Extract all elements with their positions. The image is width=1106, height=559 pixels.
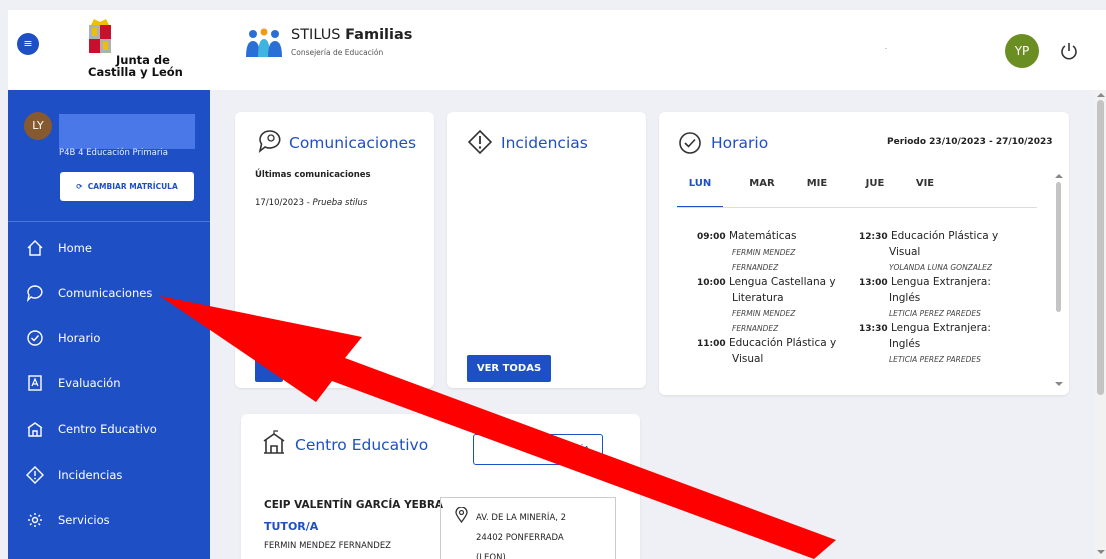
page-scroll-up-arrow[interactable] — [1097, 93, 1105, 97]
sidebar-item-centro-educativo[interactable]: Centro Educativo — [8, 413, 210, 445]
horario-period: Periodo 23/10/2023 - 27/10/2023 — [887, 137, 1053, 147]
school-icon — [27, 422, 43, 437]
hamburger-icon[interactable]: ≡ — [17, 33, 39, 55]
horario-title: Horario — [711, 134, 769, 152]
grade-icon — [28, 375, 42, 391]
tab-mar[interactable]: MAR — [737, 178, 787, 208]
schedule-right-column: 12:30 Educación Plástica y Visual YOLAND… — [859, 229, 998, 367]
page-scroll-down-arrow[interactable] — [1097, 550, 1105, 554]
page-scrollbar[interactable] — [1095, 90, 1106, 559]
comunicaciones-title: Comunicaciones — [289, 134, 417, 152]
user-avatar[interactable]: YP — [1005, 34, 1039, 68]
warning-icon — [467, 129, 493, 155]
tab-jue[interactable]: JUE — [855, 178, 895, 208]
course-label: P4B 4 Educación Primaria — [59, 148, 168, 158]
comunicaciones-subtitle: Últimas comunicaciones — [255, 170, 371, 180]
sidebar-item-servicios[interactable]: Servicios — [8, 504, 210, 536]
jcyl-crest-logo — [89, 19, 111, 53]
school-address: AV. DE LA MINERÍA, 2 24402 PONFERRADA (L… — [476, 513, 567, 559]
tab-mie[interactable]: MIE — [797, 178, 837, 208]
tab-lun[interactable]: LUN — [677, 178, 723, 208]
schedule-entry: 13:30 Lengua Extranjera: Inglés LETICIA … — [859, 322, 991, 364]
scroll-thumb[interactable] — [1056, 182, 1061, 312]
jcyl-wordmark: Junta de Castilla y León — [88, 53, 183, 79]
gear-icon — [28, 513, 42, 527]
app-subtitle: Consejería de Educación — [291, 48, 384, 57]
address-box: AV. DE LA MINERÍA, 2 24402 PONFERRADA (L… — [440, 497, 616, 559]
communication-entry[interactable]: 17/10/2023 - Prueba stilus — [255, 198, 367, 208]
scroll-down-arrow[interactable] — [1055, 382, 1063, 386]
comunicaciones-card: Comunicaciones Últimas comunicaciones 17… — [235, 112, 434, 388]
warning-icon — [26, 466, 44, 484]
main-content: Comunicaciones Últimas comunicaciones 17… — [210, 90, 1095, 559]
header-divider — [885, 48, 887, 49]
home-icon — [27, 240, 43, 256]
tutor-name: FERMIN MENDEZ FERNANDEZ — [264, 541, 392, 551]
change-enrollment-button[interactable]: ⟳ CAMBIAR MATRÍCULA — [60, 172, 194, 201]
stilus-family-logo — [246, 28, 282, 57]
page-scroll-thumb[interactable] — [1097, 100, 1104, 395]
redacted-student-name — [59, 114, 195, 149]
sidebar-item-incidencias[interactable]: Incidencias — [8, 459, 210, 491]
schedule-entry: 10:00 Lengua Castellana y Literatura FER… — [697, 276, 836, 333]
horario-card: Horario Periodo 23/10/2023 - 27/10/2023 … — [659, 112, 1069, 395]
schedule-entry: 11:00 Educación Plástica y Visual — [697, 337, 837, 365]
power-icon[interactable] — [1058, 40, 1080, 62]
schedule-entry: 12:30 Educación Plástica y Visual YOLAND… — [859, 230, 999, 272]
sidebar-item-evaluacion[interactable]: Evaluación — [8, 367, 210, 399]
school-name: CEIP VALENTÍN GARCÍA YEBRA — [264, 499, 444, 511]
sidebar-item-horario[interactable]: Horario — [8, 322, 210, 354]
horario-scrollbar[interactable] — [1055, 174, 1063, 389]
tutor-label: TUTOR/A — [264, 520, 319, 533]
tutoria-button[interactable]: TORÍA — [473, 434, 603, 465]
schedule-left-column: 09:00 Matemáticas FERMIN MENDEZ FERNANDE… — [697, 229, 836, 367]
chat-bubble-icon — [258, 130, 281, 154]
schedule-entry: 09:00 Matemáticas FERMIN MENDEZ FERNANDE… — [697, 230, 797, 272]
incidencias-title: Incidencias — [501, 134, 588, 152]
student-avatar: LY — [24, 112, 52, 140]
tabs-divider — [677, 207, 1037, 208]
centro-educativo-title: Centro Educativo — [295, 436, 429, 454]
chat-bubble-icon — [26, 285, 43, 302]
school-icon — [263, 430, 285, 454]
tab-vie[interactable]: VIE — [905, 178, 945, 208]
sidebar: LY P4B 4 Educación Primaria ⟳ CAMBIAR MA… — [8, 90, 210, 559]
sidebar-item-comunicaciones[interactable]: Comunicaciones — [8, 277, 210, 309]
ver-todas-comunicaciones-button[interactable] — [255, 355, 283, 382]
scroll-up-arrow[interactable] — [1055, 174, 1063, 178]
ver-todas-incidencias-button[interactable]: VER TODAS — [467, 355, 551, 382]
day-tabs: LUN MAR MIE JUE VIE — [677, 178, 1037, 208]
centro-educativo-card: Centro Educativo TORÍA CEIP VALENTÍN GAR… — [241, 414, 640, 559]
schedule-entry: 13:00 Lengua Extranjera: Inglés LETICIA … — [859, 276, 991, 318]
sidebar-divider — [8, 221, 210, 222]
clock-icon — [679, 132, 701, 154]
app-title: STILUS Familias — [291, 27, 413, 43]
incidencias-card: Incidencias VER TODAS — [447, 112, 646, 388]
sidebar-item-home[interactable]: Home — [8, 232, 210, 264]
location-pin-icon — [455, 507, 468, 523]
clock-icon — [27, 330, 43, 346]
refresh-icon: ⟳ — [76, 182, 83, 191]
